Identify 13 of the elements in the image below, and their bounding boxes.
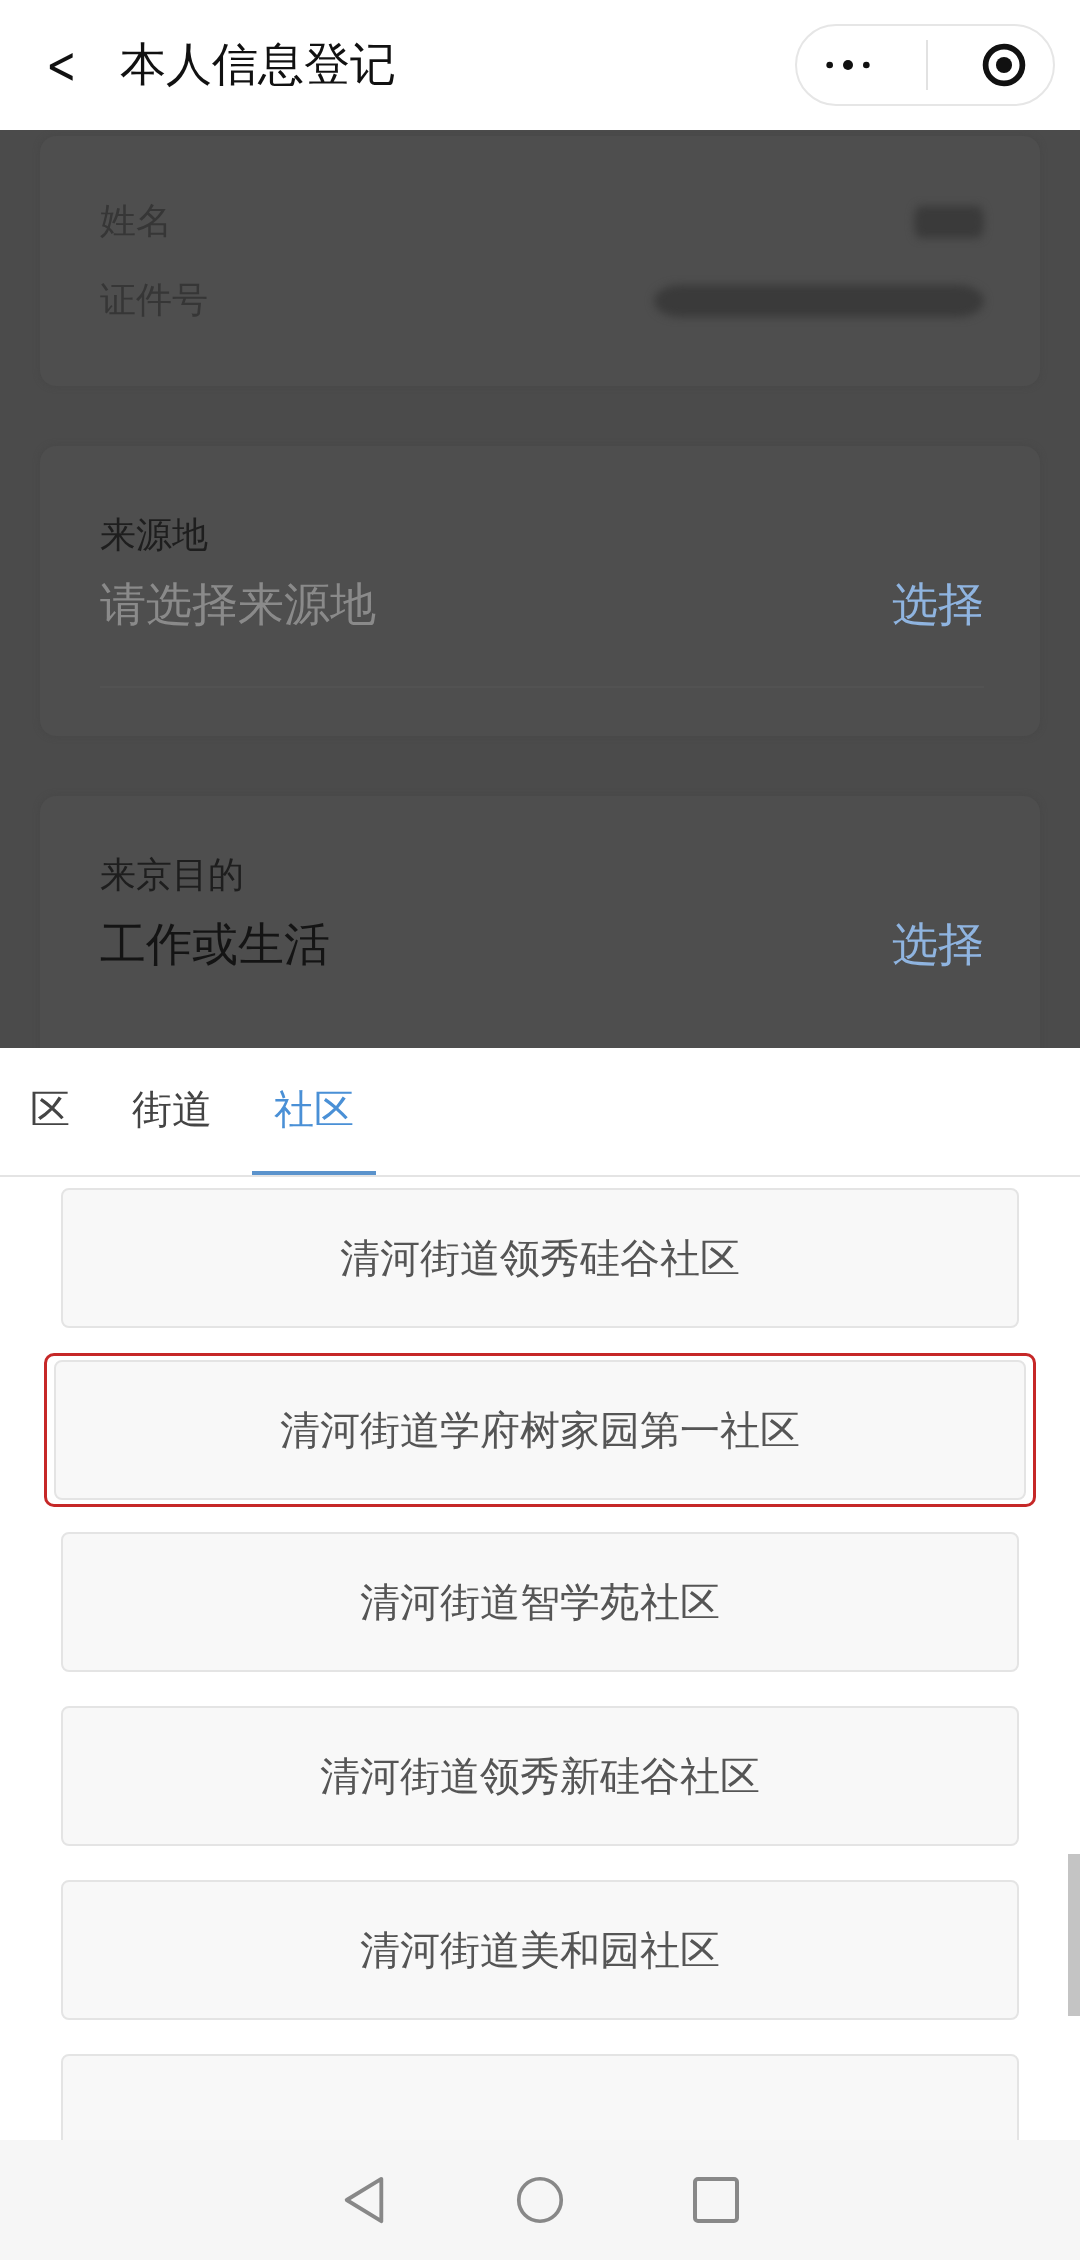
option-button[interactable]: 清河街道智学苑社区	[61, 1532, 1019, 1672]
page-title: 本人信息登记	[120, 36, 397, 93]
select-link[interactable]: 选择	[892, 574, 984, 636]
back-button[interactable]: <	[46, 35, 74, 95]
select-link[interactable]: 选择	[892, 914, 984, 976]
recent-apps-icon[interactable]	[692, 2175, 740, 2225]
option-button[interactable]: 清河街道领秀硅谷社区	[61, 1188, 1019, 1328]
picker-tab[interactable]: 区	[8, 1048, 92, 1175]
picker-tab[interactable]: 街道	[110, 1048, 234, 1175]
option-button[interactable]: 清河街道领秀新硅谷社区	[61, 1706, 1019, 1846]
option-button[interactable]: 清河街道美和园社区	[61, 1880, 1019, 2020]
option-button[interactable]: 清河街道学府树家园第一社区	[54, 1360, 1026, 1500]
home-icon[interactable]	[516, 2175, 564, 2225]
